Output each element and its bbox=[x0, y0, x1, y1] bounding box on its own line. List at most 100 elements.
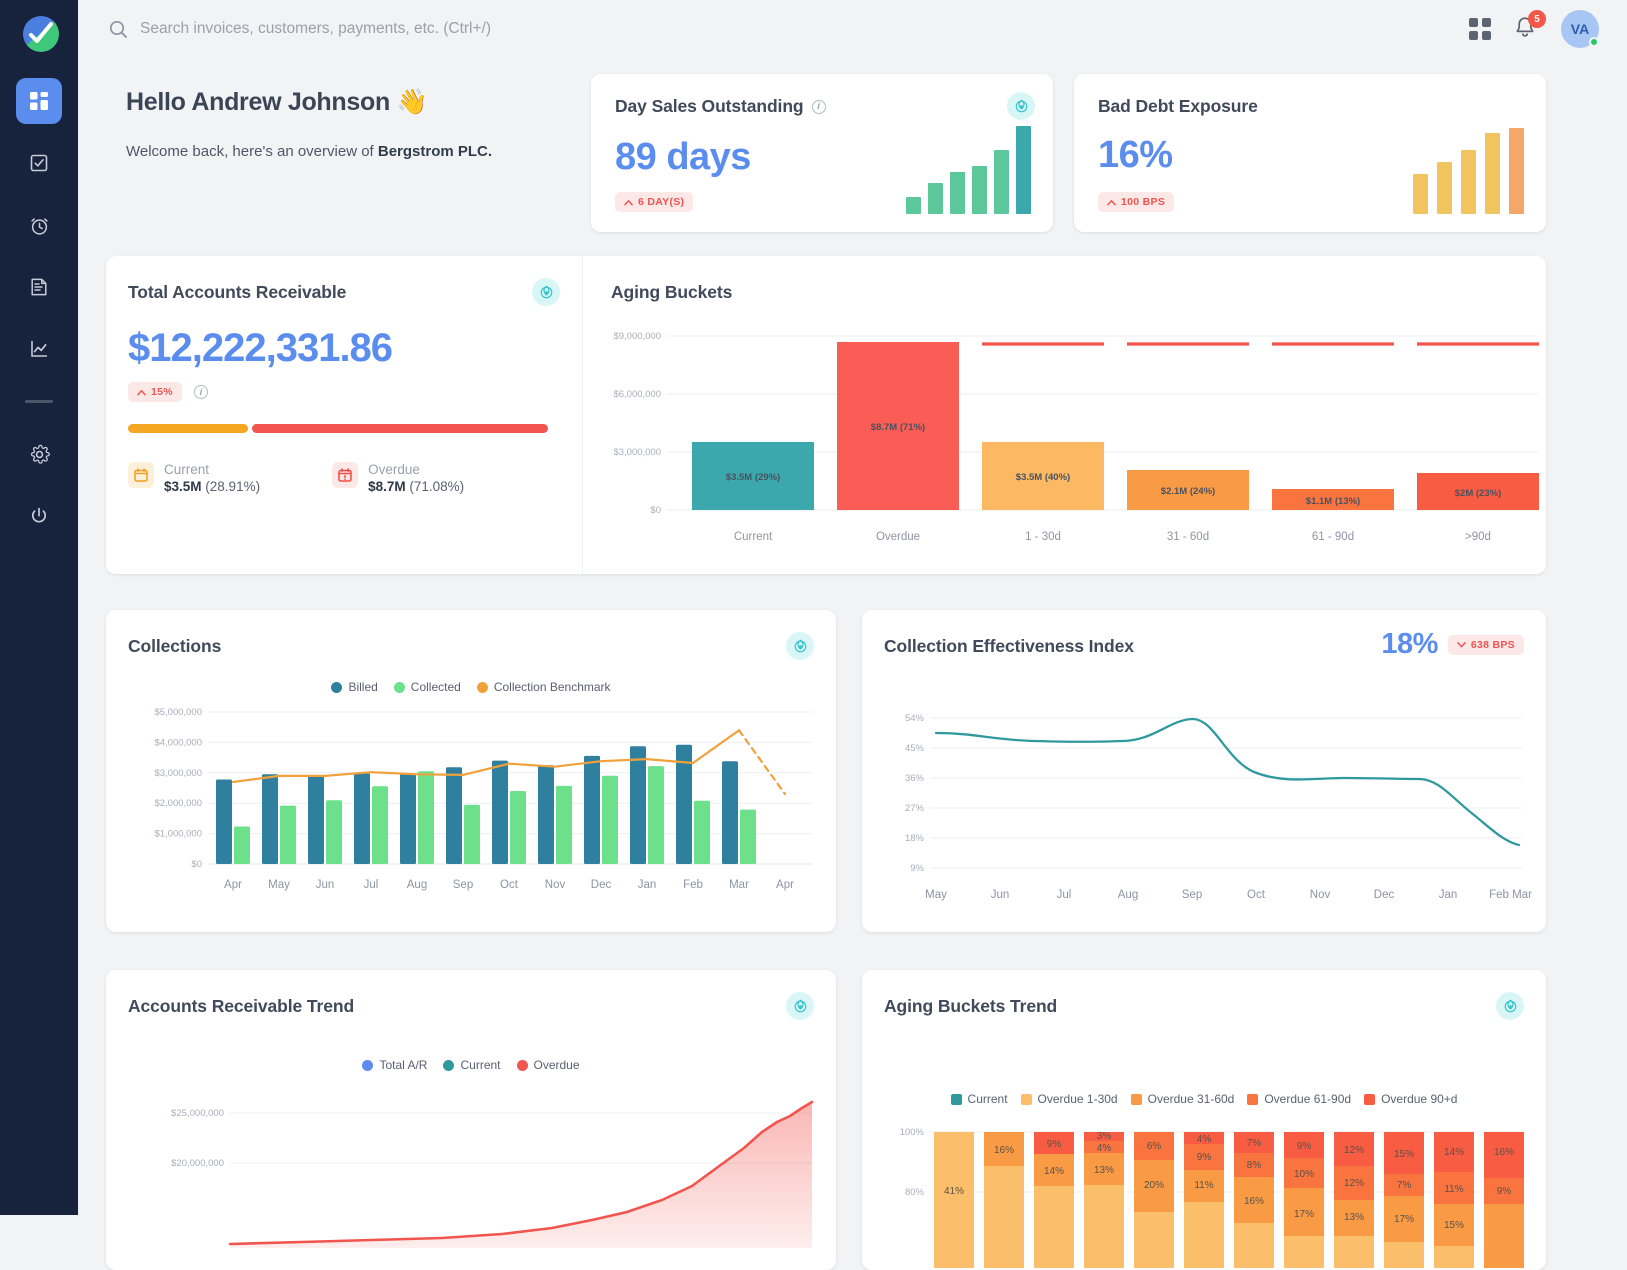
cei-line bbox=[936, 719, 1519, 845]
sidebar-item-logout[interactable] bbox=[16, 493, 62, 539]
search-bar[interactable] bbox=[78, 19, 1469, 39]
ar-legend-current: Current $3.5M (28.91%) bbox=[128, 462, 260, 494]
arrow-down-icon bbox=[1457, 641, 1466, 648]
svg-text:41%: 41% bbox=[944, 1186, 964, 1197]
cei-chart: 54% 45% 36% 27% 18% 9% May Jun Jul Aug S… bbox=[874, 690, 1534, 920]
sidebar-item-tasks[interactable] bbox=[16, 140, 62, 186]
aging-bar-over-90d: $2M (23%) bbox=[1417, 473, 1539, 510]
svg-text:15%: 15% bbox=[1394, 1149, 1414, 1160]
svg-text:Sep: Sep bbox=[453, 879, 473, 891]
svg-text:Apr: Apr bbox=[776, 879, 794, 891]
legend-label-current: Current bbox=[460, 1058, 500, 1072]
notifications-button[interactable]: 5 bbox=[1513, 15, 1539, 43]
bad-debt-exposure-card: Bad Debt Exposure 16% 100 BPS bbox=[1074, 74, 1546, 232]
ai-sparkle-icon[interactable] bbox=[532, 278, 560, 306]
sidebar-item-dashboard[interactable] bbox=[16, 78, 62, 124]
aging-ytick-0: $0 bbox=[650, 505, 661, 516]
legend-swatch-overdue bbox=[517, 1060, 528, 1071]
info-icon[interactable]: i bbox=[812, 100, 826, 114]
legend-item-total-ar[interactable]: Total A/R bbox=[362, 1058, 427, 1072]
ar-split-bar bbox=[128, 424, 548, 433]
legend-item-billed[interactable]: Billed bbox=[331, 680, 377, 694]
line-chart-icon bbox=[29, 339, 49, 359]
dashboard-grid-icon bbox=[29, 91, 49, 111]
svg-text:May: May bbox=[925, 889, 947, 901]
legend-item-overdue-31-60d[interactable]: Overdue 31-60d bbox=[1131, 1092, 1235, 1106]
aging-bar-31-60d: $2.1M (24%) bbox=[1127, 470, 1249, 510]
legend-item-collected[interactable]: Collected bbox=[394, 680, 461, 694]
cei-delta-badge: 638 BPS bbox=[1448, 635, 1524, 655]
greeting-subtitle: Welcome back, here's an overview of Berg… bbox=[126, 143, 492, 160]
dso-delta-text: 6 DAY(S) bbox=[638, 196, 684, 208]
legend-swatch-overdue-1-30d bbox=[1021, 1094, 1032, 1105]
legend-item-current[interactable]: Current bbox=[951, 1092, 1008, 1106]
ar-legend-overdue: Overdue $8.7M (71.08%) bbox=[332, 462, 464, 494]
dso-card-title: Day Sales Outstanding bbox=[615, 96, 804, 117]
svg-text:20%: 20% bbox=[1144, 1180, 1164, 1191]
ar-overdue-pct: (71.08%) bbox=[409, 479, 464, 494]
svg-text:12%: 12% bbox=[1344, 1178, 1364, 1189]
day-sales-outstanding-card: Day Sales Outstanding i 89 days 6 DAY(S) bbox=[591, 74, 1053, 232]
sidebar-item-analytics[interactable] bbox=[16, 326, 62, 372]
logo-check-icon bbox=[25, 20, 55, 50]
legend-item-current[interactable]: Current bbox=[443, 1058, 500, 1072]
sidebar-item-reminders[interactable] bbox=[16, 202, 62, 248]
svg-text:$2.1M (24%): $2.1M (24%) bbox=[1161, 486, 1215, 497]
ar-split-current bbox=[128, 424, 248, 433]
ar-current-pct: (28.91%) bbox=[205, 479, 260, 494]
ai-sparkle-icon[interactable] bbox=[1496, 992, 1524, 1020]
bad-debt-card-title: Bad Debt Exposure bbox=[1098, 96, 1258, 117]
svg-text:3%: 3% bbox=[1097, 1131, 1112, 1142]
legend-item-benchmark[interactable]: Collection Benchmark bbox=[477, 680, 611, 694]
topbar-actions: 5 VA bbox=[1469, 10, 1627, 48]
bad-debt-delta-text: 100 BPS bbox=[1121, 196, 1165, 208]
ar-card-title: Total Accounts Receivable bbox=[128, 282, 346, 303]
ai-sparkle-icon[interactable] bbox=[786, 992, 814, 1020]
aging-xtick-overdue: Overdue bbox=[876, 531, 920, 543]
legend-item-overdue-61-90d[interactable]: Overdue 61-90d bbox=[1247, 1092, 1351, 1106]
total-accounts-receivable-panel: Total Accounts Receivable $12,222,331.86… bbox=[106, 256, 583, 574]
svg-text:16%: 16% bbox=[994, 1145, 1014, 1156]
collections-legend: Billed Collected Collection Benchmark bbox=[106, 680, 836, 694]
legend-label-overdue: Overdue bbox=[534, 1058, 580, 1072]
legend-label-overdue-1-30d: Overdue 1-30d bbox=[1038, 1092, 1118, 1106]
svg-text:11%: 11% bbox=[1194, 1180, 1213, 1191]
document-icon bbox=[29, 277, 49, 297]
legend-label-current: Current bbox=[968, 1092, 1008, 1106]
sidebar-item-settings[interactable] bbox=[16, 431, 62, 477]
svg-text:4%: 4% bbox=[1097, 1143, 1112, 1154]
svg-text:Jan: Jan bbox=[638, 879, 657, 891]
page-title: Hello Andrew Johnson 👋 bbox=[126, 88, 492, 117]
svg-text:$0: $0 bbox=[191, 859, 202, 870]
svg-text:$1,000,000: $1,000,000 bbox=[154, 829, 202, 840]
avatar[interactable]: VA bbox=[1561, 10, 1599, 48]
svg-text:Oct: Oct bbox=[500, 879, 519, 891]
svg-text:16%: 16% bbox=[1244, 1196, 1264, 1207]
info-icon[interactable]: i bbox=[194, 385, 208, 399]
legend-swatch-overdue-61-90d bbox=[1247, 1094, 1258, 1105]
legend-swatch-overdue-90-plus bbox=[1364, 1094, 1375, 1105]
legend-swatch-benchmark bbox=[477, 682, 488, 693]
svg-text:7%: 7% bbox=[1397, 1180, 1412, 1191]
alarm-clock-icon bbox=[29, 215, 50, 236]
legend-item-overdue[interactable]: Overdue bbox=[517, 1058, 580, 1072]
svg-text:Nov: Nov bbox=[545, 879, 566, 891]
app-logo[interactable] bbox=[17, 12, 61, 56]
svg-text:Jul: Jul bbox=[1057, 889, 1072, 901]
legend-item-overdue-90-plus[interactable]: Overdue 90+d bbox=[1364, 1092, 1457, 1106]
svg-text:$8.7M (71%): $8.7M (71%) bbox=[871, 422, 925, 433]
svg-text:12%: 12% bbox=[1344, 1145, 1364, 1156]
svg-text:Feb: Feb bbox=[683, 879, 703, 891]
svg-text:9%: 9% bbox=[1297, 1141, 1312, 1152]
company-name: Bergstrom PLC. bbox=[378, 143, 492, 160]
svg-text:15%: 15% bbox=[1444, 1220, 1464, 1231]
apps-grid-icon[interactable] bbox=[1469, 18, 1491, 40]
ai-sparkle-icon[interactable] bbox=[786, 632, 814, 660]
svg-text:80%: 80% bbox=[905, 1187, 925, 1198]
ai-sparkle-icon[interactable] bbox=[1007, 92, 1035, 120]
svg-text:6%: 6% bbox=[1147, 1141, 1162, 1152]
legend-item-overdue-1-30d[interactable]: Overdue 1-30d bbox=[1021, 1092, 1118, 1106]
sidebar-item-invoices[interactable] bbox=[16, 264, 62, 310]
svg-text:Dec: Dec bbox=[591, 879, 612, 891]
search-input[interactable] bbox=[140, 20, 660, 38]
